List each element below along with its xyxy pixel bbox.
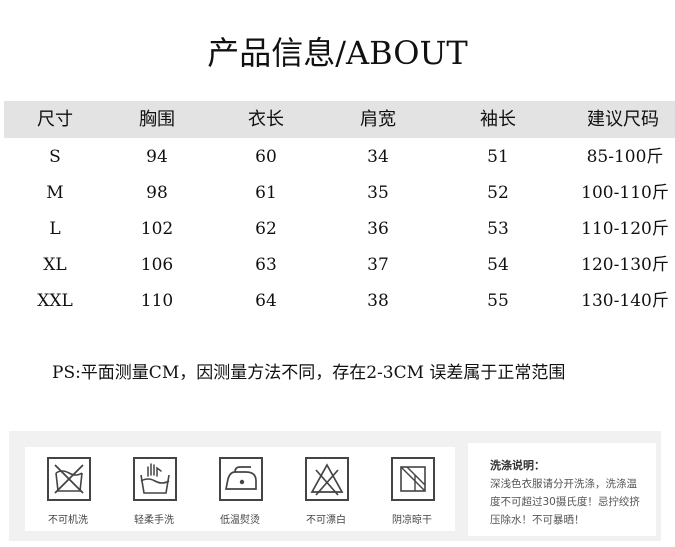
care-label: 不可漂白 xyxy=(306,515,346,526)
cell-sleeve: 53 xyxy=(487,219,509,239)
table-header: 尺寸 胸围 衣长 肩宽 袖长 建议尺码 xyxy=(4,101,675,138)
cell-sleeve: 52 xyxy=(487,183,509,203)
gentle-hand-wash-icon xyxy=(133,457,177,501)
care-item-no-machine-wash: 不可机洗 xyxy=(25,447,111,531)
cell-size: XL xyxy=(43,255,67,275)
care-item-no-bleach: 不可漂白 xyxy=(283,447,369,531)
cell-chest: 102 xyxy=(140,219,174,239)
table-row: L 102 62 36 53 110-120斤 xyxy=(4,212,675,248)
cell-chest: 98 xyxy=(146,183,168,203)
cell-recommended-size: 130-140斤 xyxy=(581,291,669,311)
care-item-shade-dry: 阴凉晾干 xyxy=(369,447,455,531)
cell-recommended-size: 120-130斤 xyxy=(581,255,669,275)
cell-length: 63 xyxy=(255,255,277,275)
care-label: 低温熨烫 xyxy=(220,515,260,526)
no-machine-wash-icon xyxy=(47,457,91,501)
no-bleach-icon xyxy=(305,457,349,501)
measurement-note: PS:平面测量CM，因测量方法不同，存在2-3CM 误差属于正常范围 xyxy=(52,363,566,383)
header-sleeve: 袖长 xyxy=(480,109,516,130)
table-row: XL 106 63 37 54 120-130斤 xyxy=(4,248,675,284)
header-length: 衣长 xyxy=(248,109,284,130)
care-item-gentle-hand-wash: 轻柔手洗 xyxy=(111,447,197,531)
care-label: 阴凉晾干 xyxy=(392,515,432,526)
cell-chest: 110 xyxy=(140,291,174,311)
header-chest: 胸围 xyxy=(139,109,175,130)
care-label: 不可机洗 xyxy=(48,515,88,526)
wash-instructions: 洗涤说明： 深浅色衣服请分开洗涤，洗涤温 度不可超过30摄氏度！忌拧绞挤 压除水… xyxy=(468,443,656,536)
cell-sleeve: 54 xyxy=(487,255,509,275)
table-row: XXL 110 64 38 55 130-140斤 xyxy=(4,284,675,320)
cell-size: M xyxy=(46,183,64,203)
cell-sleeve: 55 xyxy=(487,291,509,311)
care-instructions-panel: 不可机洗 轻柔手洗 低温熨烫 不可漂白 阴凉晾干 洗涤说明： 深浅色衣服请分开洗… xyxy=(9,431,661,541)
cell-shoulder: 38 xyxy=(367,291,389,311)
table-row: S 94 60 34 51 85-100斤 xyxy=(4,140,675,176)
cell-shoulder: 35 xyxy=(367,183,389,203)
care-label: 轻柔手洗 xyxy=(134,515,174,526)
wash-instructions-title: 洗涤说明： xyxy=(490,459,545,472)
size-table: 尺寸 胸围 衣长 肩宽 袖长 建议尺码 S 94 60 34 51 85-100… xyxy=(4,101,675,320)
cell-size: XXL xyxy=(37,291,73,311)
wash-line: 深浅色衣服请分开洗涤，洗涤温 xyxy=(490,478,637,490)
cell-shoulder: 36 xyxy=(367,219,389,239)
cell-size: S xyxy=(49,147,61,167)
cell-recommended-size: 85-100斤 xyxy=(586,147,664,167)
cell-shoulder: 37 xyxy=(367,255,389,275)
wash-instructions-text: 深浅色衣服请分开洗涤，洗涤温 度不可超过30摄氏度！忌拧绞挤 压除水！不可暴晒！ xyxy=(490,475,650,529)
cell-recommended-size: 110-120斤 xyxy=(581,219,669,239)
cell-size: L xyxy=(49,219,61,239)
cell-recommended-size: 100-110斤 xyxy=(581,183,669,203)
wash-line: 度不可超过30摄氏度！忌拧绞挤 xyxy=(490,496,640,508)
low-temp-iron-icon xyxy=(219,457,263,501)
cell-length: 60 xyxy=(255,147,277,167)
shade-dry-icon xyxy=(391,457,435,501)
cell-chest: 106 xyxy=(140,255,174,275)
header-shoulder: 肩宽 xyxy=(360,109,396,130)
care-item-low-temp-iron: 低温熨烫 xyxy=(197,447,283,531)
header-size: 尺寸 xyxy=(37,109,73,130)
table-row: M 98 61 35 52 100-110斤 xyxy=(4,176,675,212)
header-recommended-size: 建议尺码 xyxy=(587,109,659,130)
wash-line: 压除水！不可暴晒！ xyxy=(490,514,585,526)
cell-length: 61 xyxy=(255,183,277,203)
page-title: 产品信息/ABOUT xyxy=(207,34,468,72)
cell-length: 62 xyxy=(255,219,277,239)
cell-shoulder: 34 xyxy=(367,147,389,167)
cell-chest: 94 xyxy=(146,147,168,167)
cell-sleeve: 51 xyxy=(487,147,509,167)
cell-length: 64 xyxy=(255,291,277,311)
